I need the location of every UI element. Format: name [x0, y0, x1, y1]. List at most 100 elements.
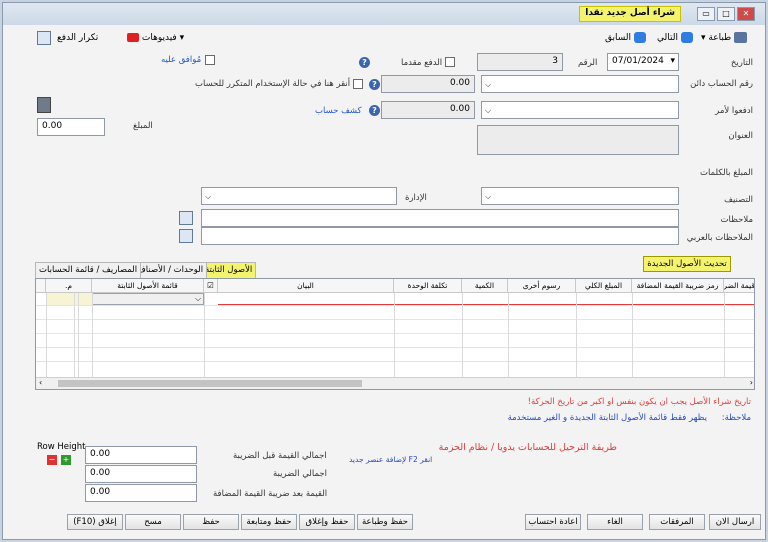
- previous-button[interactable]: السابق: [605, 30, 646, 46]
- send-now-button[interactable]: ارسال الان: [709, 514, 761, 530]
- increase-row-height-button[interactable]: +: [61, 455, 71, 465]
- col-line: [394, 293, 395, 377]
- toolbar: طباعة ▾ التالي السابق ▾ فيديوهات تكرار ا…: [3, 26, 765, 48]
- calendar-dropdown-icon[interactable]: ▾: [670, 56, 675, 66]
- before-tax-field[interactable]: 0.00: [85, 446, 197, 464]
- department-label: الإدارة: [405, 193, 427, 203]
- calculator-icon[interactable]: [37, 97, 51, 113]
- grid-header-vat-amount[interactable]: قيمة الضر: [724, 279, 754, 293]
- active-row[interactable]: [218, 293, 754, 305]
- scroll-left-icon[interactable]: ‹: [39, 378, 42, 387]
- cancel-button[interactable]: الغاء: [587, 514, 643, 530]
- col-line: [508, 293, 509, 377]
- notes-input[interactable]: [201, 209, 679, 227]
- close-icon[interactable]: ✕: [737, 7, 755, 21]
- save-close-button[interactable]: حفظ وإغلاق: [299, 514, 355, 530]
- chevron-down-icon: ⌵: [195, 294, 202, 303]
- grid-header-asset-list[interactable]: قائمة الأصول الثابتة: [92, 279, 204, 293]
- minimize-icon[interactable]: ▭: [697, 7, 715, 21]
- save-button[interactable]: حفظ: [183, 514, 239, 530]
- save-note-icon[interactable]: [179, 211, 193, 225]
- repeat-payment-button[interactable]: تكرار الدفع: [57, 30, 98, 46]
- amount-label: المبلغ: [133, 121, 153, 131]
- grid-header-vat-code[interactable]: رمز ضريبة القيمة المضافة: [632, 279, 724, 293]
- tab-fixed-assets[interactable]: الأصول الثابتة: [201, 262, 257, 278]
- assets-grid[interactable]: قيمة الضر رمز ضريبة القيمة المضافة المبل…: [35, 278, 755, 390]
- address-label: العنوان: [728, 131, 753, 141]
- address-field[interactable]: [477, 125, 679, 155]
- grid-header-total[interactable]: المبلغ الكلي: [576, 279, 632, 293]
- window-layout-icon[interactable]: [37, 31, 51, 45]
- row-line: [36, 319, 754, 320]
- window: شراء أصل جديد نقدا ▭ □ ✕ طباعة ▾ التالي …: [2, 2, 766, 540]
- date-input[interactable]: 07/01/2024 ▾: [607, 53, 679, 71]
- payto-amount-field[interactable]: 0.00: [381, 101, 475, 119]
- payto-combo[interactable]: ⌵: [481, 101, 679, 119]
- col-line: [46, 293, 47, 377]
- account-amount-field[interactable]: 0.00: [381, 75, 475, 93]
- arrow-right-icon: [680, 32, 693, 43]
- recurring-label: أنقر هنا في حالة الإستخدام المتكرر للحسا…: [195, 79, 351, 89]
- next-button[interactable]: التالي: [657, 30, 693, 46]
- save-continue-button[interactable]: حفظ ومتابعة: [241, 514, 297, 530]
- amount-words-label: المبلغ بالكلمات: [699, 168, 753, 178]
- help-icon[interactable]: ?: [369, 79, 380, 90]
- close-button[interactable]: إغلاق (F10): [67, 514, 123, 530]
- decrease-row-height-button[interactable]: −: [47, 455, 57, 465]
- save-note-ar-icon[interactable]: [179, 229, 193, 243]
- statement-link[interactable]: كشف حساب: [315, 106, 362, 116]
- notes-ar-input[interactable]: [201, 227, 679, 245]
- maximize-icon[interactable]: □: [717, 7, 735, 21]
- number-field[interactable]: 3: [477, 53, 563, 71]
- row-height-label: Row Height: [37, 442, 86, 452]
- amount-input[interactable]: 0.00: [37, 118, 105, 136]
- tab-expenses-accounts[interactable]: المصاريف / قائمة الحسابات: [35, 262, 142, 278]
- prepaid-label: الدفع مقدما: [401, 58, 443, 68]
- posting-method: طريقة الترحيل للحسابات يدويا / نظام الحز…: [438, 442, 617, 453]
- row-line: [36, 361, 754, 362]
- arrow-left-icon: [633, 32, 646, 43]
- row-line: [36, 333, 754, 334]
- date-label: التاريخ: [730, 58, 753, 68]
- youtube-icon: [127, 33, 139, 42]
- grid-header-select-all[interactable]: ☑: [204, 279, 218, 293]
- tax-field[interactable]: 0.00: [85, 465, 197, 483]
- col-line: [78, 293, 79, 377]
- grid-header-other-fees[interactable]: رسوم أخرى: [508, 279, 576, 293]
- prepaid-checkbox[interactable]: [445, 57, 455, 67]
- col-line: [92, 293, 93, 377]
- account-combo[interactable]: ⌵: [481, 75, 679, 93]
- notes-label: ملاحظات: [720, 215, 753, 225]
- payto-label: ادفعوا لأمر: [715, 106, 753, 116]
- after-vat-field[interactable]: 0.00: [85, 484, 197, 502]
- recurring-checkbox[interactable]: [353, 79, 363, 89]
- update-new-assets-button[interactable]: تحديث الأصول الجديدة: [643, 256, 731, 272]
- department-combo[interactable]: ⌵: [201, 187, 397, 205]
- grid-header-quantity[interactable]: الكمية: [462, 279, 508, 293]
- help-icon[interactable]: ?: [369, 105, 380, 116]
- approved-checkbox[interactable]: [205, 55, 215, 65]
- col-line: [74, 293, 75, 377]
- clear-button[interactable]: مسح: [125, 514, 181, 530]
- f2-hint: انقر F2 لإضافة عنصر جديد: [349, 455, 433, 464]
- print-button[interactable]: طباعة ▾: [701, 30, 748, 46]
- asset-list-combo[interactable]: ⌵: [92, 293, 204, 305]
- row-line: [36, 305, 754, 306]
- row-line: [36, 347, 754, 348]
- grid-header-statement[interactable]: البيان: [218, 279, 394, 293]
- videos-button[interactable]: ▾ فيديوهات: [127, 30, 184, 46]
- save-print-button[interactable]: حفظ وطباعة: [357, 514, 413, 530]
- help-icon[interactable]: ?: [359, 57, 370, 68]
- classification-combo[interactable]: ⌵: [481, 187, 679, 205]
- scrollbar-thumb[interactable]: [58, 380, 362, 387]
- grid-header-unit-cost[interactable]: تكلفة الوحدة: [394, 279, 462, 293]
- attachments-button[interactable]: المرفقات: [649, 514, 705, 530]
- row-number-cell: [46, 293, 92, 305]
- before-tax-label: اجمالي القيمة قبل الضريبة: [233, 451, 327, 461]
- grid-header-row-number[interactable]: م.: [46, 279, 92, 293]
- tab-units-items[interactable]: الوحدات / الأصناف: [133, 262, 208, 278]
- chevron-down-icon: ⌵: [485, 192, 492, 201]
- recalculate-button[interactable]: اعادة احتساب: [525, 514, 581, 530]
- scroll-right-icon[interactable]: ›: [750, 378, 753, 387]
- horizontal-scrollbar[interactable]: ‹ ›: [36, 377, 754, 389]
